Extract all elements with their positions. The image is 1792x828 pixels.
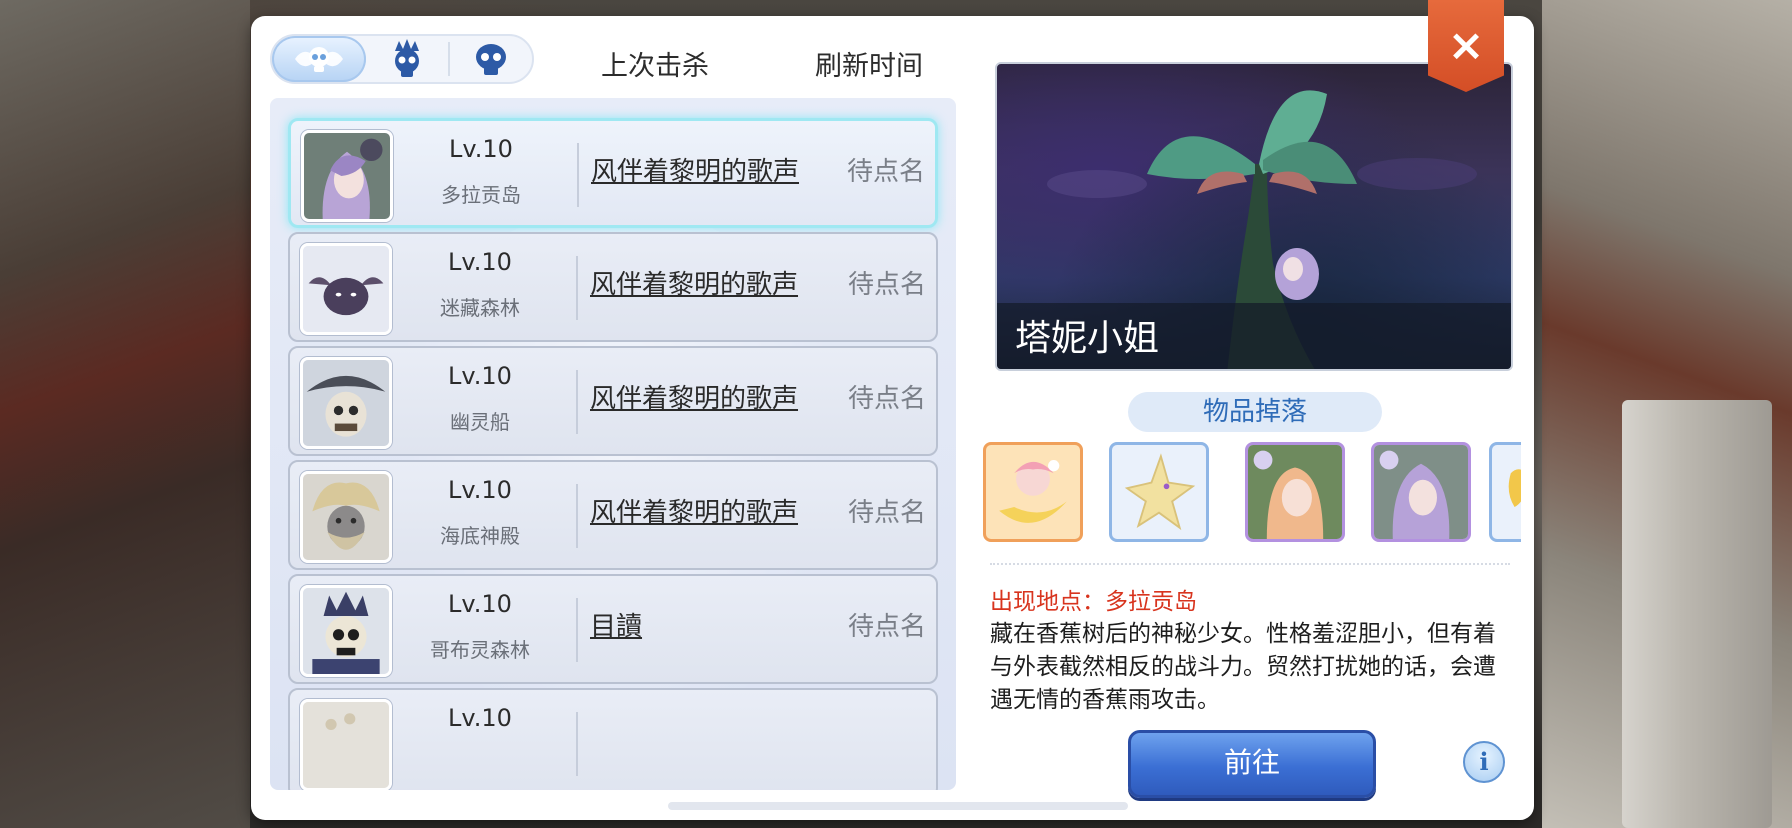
drop-miss-tani-card[interactable] <box>1245 442 1345 542</box>
boss-map: 迷藏森林 <box>440 296 520 320</box>
detail-divider <box>990 563 1510 565</box>
boss-row[interactable]: Lv.10 哥布灵森林 目讀 待点名 <box>288 574 938 684</box>
last-killer-link[interactable]: 风伴着黎明的歌声 <box>590 492 798 529</box>
horizontal-scrollbar[interactable] <box>668 802 1128 810</box>
boss-map: 多拉贡岛 <box>441 183 521 207</box>
boss-avatar-bat-blob <box>300 243 392 335</box>
boss-row[interactable]: Lv.10 <box>288 688 938 790</box>
drop-banana-girl-card[interactable] <box>983 442 1083 542</box>
close-button[interactable]: × <box>1428 0 1504 92</box>
last-killer-link[interactable]: 风伴着黎明的歌声 <box>591 151 799 188</box>
boss-avatar-partial <box>300 699 392 790</box>
refresh-time: 待点名 <box>846 157 925 187</box>
boss-row[interactable]: Lv.10 海底神殿 风伴着黎明的歌声 待点名 <box>288 460 938 570</box>
drops-list[interactable] <box>983 442 1521 546</box>
boss-level: Lv.10 <box>449 135 513 163</box>
boss-description: 藏在香蕉树后的神秘少女。性格羞涩胆小，但有着与外表截然相反的战斗力。贸然打扰她的… <box>990 621 1496 713</box>
boss-level: Lv.10 <box>448 476 512 504</box>
banana-girl-card-icon <box>999 460 1067 523</box>
star-item-icon <box>1124 453 1196 531</box>
header-refresh-time: 刷新时间 <box>815 51 923 82</box>
row-divider <box>576 484 578 548</box>
boss-level: Lv.10 <box>448 704 512 732</box>
header-last-kill: 上次击杀 <box>601 51 709 82</box>
last-killer-link[interactable]: 风伴着黎明的歌声 <box>590 378 798 415</box>
boss-preview-image: 塔妮小姐 <box>995 62 1513 371</box>
crowned-skull-icon <box>394 39 419 77</box>
boss-filter-tabs <box>270 34 534 84</box>
refresh-time: 待点名 <box>847 270 926 300</box>
boss-map: 幽灵船 <box>450 410 510 434</box>
drop-purple-hair-card[interactable] <box>1371 442 1471 542</box>
boss-map: 哥布灵森林 <box>430 638 530 662</box>
drop-star-item[interactable] <box>1109 442 1209 542</box>
boss-row[interactable]: Lv.10 多拉贡岛 风伴着黎明的歌声 待点名 <box>288 118 938 228</box>
purple-hair-card-icon <box>1374 445 1468 539</box>
tab-all-bosses[interactable] <box>272 36 366 82</box>
row-divider <box>576 256 578 320</box>
background-left-scene <box>0 0 250 828</box>
skull-wings-icon <box>294 47 343 72</box>
spawn-location: 出现地点：多拉贡岛 <box>990 589 1197 615</box>
gold-item-icon <box>1508 469 1521 508</box>
boss-row[interactable]: Lv.10 迷藏森林 风伴着黎明的歌声 待点名 <box>288 232 938 342</box>
miss-tani-card-icon <box>1248 445 1342 539</box>
last-killer-link[interactable]: 风伴着黎明的歌声 <box>590 264 798 301</box>
row-divider <box>576 370 578 434</box>
refresh-time: 待点名 <box>847 612 926 642</box>
boss-avatar-miss-tani <box>301 130 393 222</box>
boss-level: Lv.10 <box>448 248 512 276</box>
boss-level: Lv.10 <box>448 590 512 618</box>
boss-avatar-sea-king <box>300 471 392 563</box>
boss-row[interactable]: Lv.10 幽灵船 风伴着黎明的歌声 待点名 <box>288 346 938 456</box>
row-divider <box>577 143 579 207</box>
drops-label: 物品掉落 <box>1128 392 1382 432</box>
boss-list[interactable]: Lv.10 多拉贡岛 风伴着黎明的歌声 待点名 Lv.10 迷藏森林 风伴着黎明… <box>270 98 956 790</box>
drop-gold-item[interactable] <box>1489 442 1521 542</box>
background-right-scene <box>1542 0 1792 828</box>
go-button[interactable]: 前往 <box>1128 730 1376 798</box>
boss-name: 塔妮小姐 <box>1015 318 1160 359</box>
skull-icon <box>475 44 506 75</box>
refresh-time: 待点名 <box>847 498 926 528</box>
boss-avatar-ghost-captain <box>300 357 392 449</box>
boss-level: Lv.10 <box>448 362 512 390</box>
close-icon: × <box>1447 20 1485 71</box>
boss-map: 海底神殿 <box>440 524 520 548</box>
refresh-time: 待点名 <box>847 384 926 414</box>
row-divider <box>576 598 578 662</box>
last-killer-link[interactable]: 目讀 <box>590 606 642 643</box>
boss-avatar-goblin-king <box>300 585 392 677</box>
tab-king-boss[interactable] <box>366 36 448 82</box>
tab-skull-boss[interactable] <box>450 36 532 82</box>
background-pillar <box>1622 400 1772 828</box>
row-divider <box>576 712 578 776</box>
info-icon[interactable]: i <box>1463 741 1505 783</box>
